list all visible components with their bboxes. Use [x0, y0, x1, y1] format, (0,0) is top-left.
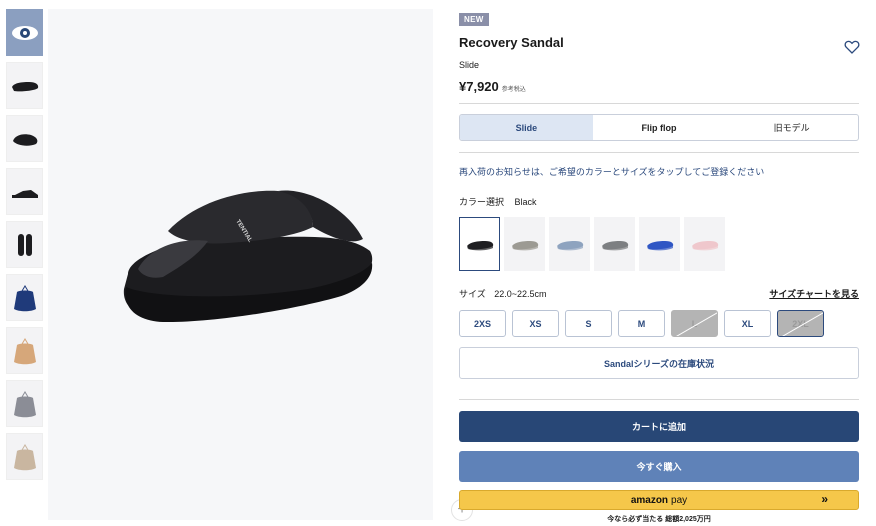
sandal-icon: [466, 241, 493, 251]
amazon-pay-label: pay: [671, 494, 688, 506]
thumb-top[interactable]: [6, 221, 43, 268]
thumb-bag-beige[interactable]: [6, 433, 43, 480]
color-label-row: カラー選択 Black: [459, 195, 537, 208]
buy-now-button[interactable]: 今すぐ購入: [459, 451, 859, 482]
size-options: 2XS XS S M L XL 2XL: [459, 310, 824, 337]
bag-icon: [13, 284, 36, 311]
size-option-s[interactable]: S: [565, 310, 612, 337]
sandal-angle-icon: [12, 133, 37, 146]
product-subtitle: Slide: [459, 60, 480, 70]
thumb-logo[interactable]: [6, 9, 43, 56]
size-range: 22.0~22.5cm: [494, 289, 547, 299]
amazon-pay-button[interactable]: amazon pay »: [459, 490, 859, 510]
size-label-row: サイズ 22.0~22.5cm: [459, 287, 547, 300]
color-swatch[interactable]: [684, 217, 725, 271]
thumb-bag-brown[interactable]: [6, 327, 43, 374]
model-tabs: Slide Flip flop 旧モデル: [459, 114, 859, 141]
restock-notice: 再入荷のお知らせは、ご希望のカラーとサイズをタップしてご登録ください: [459, 167, 765, 177]
sandal-icon: [646, 241, 673, 251]
bag-icon: [13, 337, 36, 364]
tab-slide[interactable]: Slide: [460, 115, 593, 140]
size-option-2xs[interactable]: 2XS: [459, 310, 506, 337]
size-label: サイズ: [459, 289, 486, 299]
add-to-cart-button[interactable]: カートに追加: [459, 411, 859, 442]
divider: [459, 152, 859, 153]
color-swatch[interactable]: [459, 217, 500, 271]
tax-note: 参考税込: [501, 87, 526, 93]
size-option-xl[interactable]: XL: [724, 310, 771, 337]
product-price: ¥7,920: [459, 79, 499, 94]
size-option-2xl[interactable]: 2XL: [777, 310, 824, 337]
size-option-l[interactable]: L: [671, 310, 718, 337]
size-option-m[interactable]: M: [618, 310, 665, 337]
bag-icon: [13, 443, 36, 470]
new-badge: NEW: [459, 13, 489, 26]
bag-icon: [13, 390, 36, 417]
tab-flip-flop[interactable]: Flip flop: [593, 115, 726, 140]
sandal-icon: [691, 241, 718, 251]
sandal-image: TENTIAL: [123, 190, 373, 323]
sandal-icon: [601, 241, 628, 251]
sandal-side-icon: [11, 81, 38, 91]
thumb-profile[interactable]: [6, 168, 43, 215]
sandal-profile-icon: [11, 189, 38, 198]
divider: [459, 399, 859, 400]
thumb-bag-gray[interactable]: [6, 380, 43, 427]
size-chart-link[interactable]: サイズチャートを見る: [769, 287, 859, 300]
color-selected-name: Black: [514, 197, 537, 207]
divider: [459, 103, 859, 104]
color-swatch[interactable]: [639, 217, 680, 271]
product-title: Recovery Sandal: [459, 35, 564, 50]
amazon-logo: amazon: [630, 494, 669, 506]
color-swatch[interactable]: [594, 217, 635, 271]
tab-old-model[interactable]: 旧モデル: [725, 115, 858, 140]
stock-status-button[interactable]: Sandalシリーズの在庫状況: [459, 347, 859, 379]
thumbnail-list: [6, 9, 44, 486]
thumb-bag-navy[interactable]: [6, 274, 43, 321]
color-swatch[interactable]: [549, 217, 590, 271]
product-info: NEW Recovery Sandal Slide ¥7,920 参考税込 Sl…: [459, 9, 860, 523]
sandal-icon: [556, 241, 583, 251]
color-swatch[interactable]: [504, 217, 545, 271]
main-product-image[interactable]: TENTIAL +: [48, 9, 473, 521]
thumb-side[interactable]: [6, 62, 43, 109]
thumb-angle[interactable]: [6, 115, 43, 162]
color-label: カラー選択: [459, 197, 505, 207]
price-row: ¥7,920 参考税込: [459, 79, 859, 94]
double-chevron-icon: »: [821, 492, 828, 506]
sandal-pair-icon: [17, 233, 32, 256]
color-swatches: [459, 217, 725, 271]
logo-icon: [11, 25, 38, 40]
size-option-xs[interactable]: XS: [512, 310, 559, 337]
sandal-icon: [511, 241, 538, 251]
heart-icon[interactable]: [844, 39, 860, 55]
points-note: 今なら必ず当たる 総額2,025万円: [607, 516, 711, 523]
